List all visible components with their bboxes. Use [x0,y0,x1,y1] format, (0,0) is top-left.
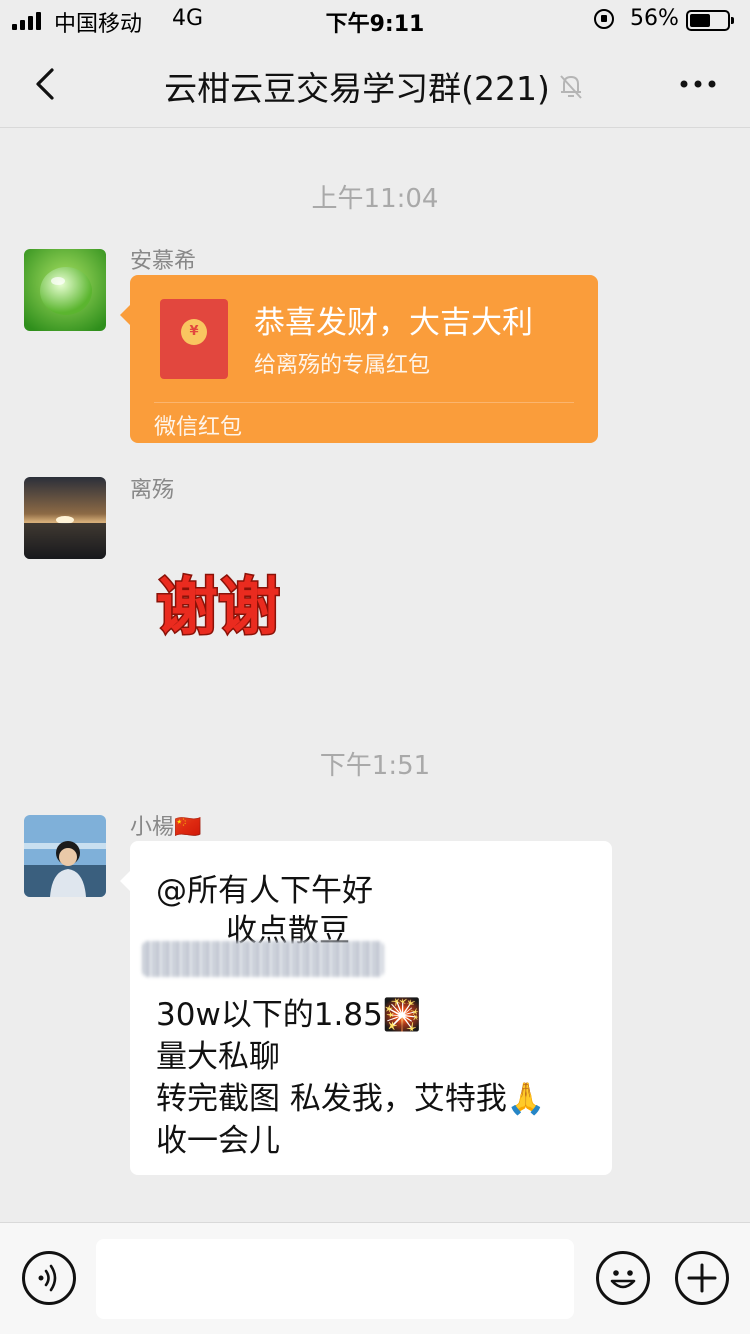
plus-icon[interactable] [675,1251,729,1305]
divider [154,402,574,403]
voice-icon[interactable] [22,1251,76,1305]
message-line: 量大私聊 [156,1039,280,1075]
message-line: @所有人下午好 [156,873,373,909]
message-line: 收一会儿 [156,1123,280,1159]
time-divider: 下午1:51 [319,751,431,781]
avatar[interactable] [24,477,106,559]
status-bar: 中国移动 4G 下午9:11 56% [0,0,750,40]
chat-title: 云柑云豆交易学习群(221) [164,69,550,108]
message-line: 转完截图 私发我，艾特我🙏 [156,1081,546,1117]
message-line: 30w以下的1.85🎇 [156,997,422,1033]
time-divider: 上午11:04 [311,184,439,214]
red-packet-bubble[interactable]: ¥ 恭喜发财，大吉大利 给离殇的专属红包 微信红包 [120,275,598,443]
sticker-text: 谢谢 [156,570,280,643]
sender-name: 离殇 [130,478,175,503]
red-packet-subtitle: 给离殇的专属红包 [254,353,431,378]
message-input[interactable] [96,1239,574,1319]
chat-area[interactable]: 上午11:04 安慕希 ¥ 恭喜发财，大吉大利 给离殇的专属红包 微信红包 离殇 [0,128,750,1222]
chat-title-area: 云柑云豆交易学习群(221) [0,62,750,110]
sticker[interactable]: 谢谢 [152,560,312,650]
message-bubble[interactable]: @所有人下午好 收点散豆 30w以下的1.85🎇 量大私聊 转完截图 私发我，艾… [120,841,612,1175]
avatar[interactable] [24,815,106,897]
input-bar [0,1222,750,1334]
battery-percent: 56% [630,6,679,31]
mute-icon [556,71,586,101]
sender-name: 小楊🇨🇳 [130,815,202,840]
red-packet-title: 恭喜发财，大吉大利 [254,305,533,341]
orientation-lock-icon [594,9,614,29]
avatar[interactable] [24,249,106,331]
emoji-icon[interactable] [596,1251,650,1305]
coin-icon: ¥ [181,319,207,345]
sender-name: 安慕希 [130,249,197,274]
red-envelope-icon: ¥ [160,299,228,379]
chat-header: 云柑云豆交易学习群(221) [0,40,750,128]
battery-icon [686,10,734,31]
battery-fill [690,14,711,27]
red-packet-footer: 微信红包 [154,415,243,440]
more-icon[interactable] [678,66,718,102]
redacted-blur [142,941,384,977]
